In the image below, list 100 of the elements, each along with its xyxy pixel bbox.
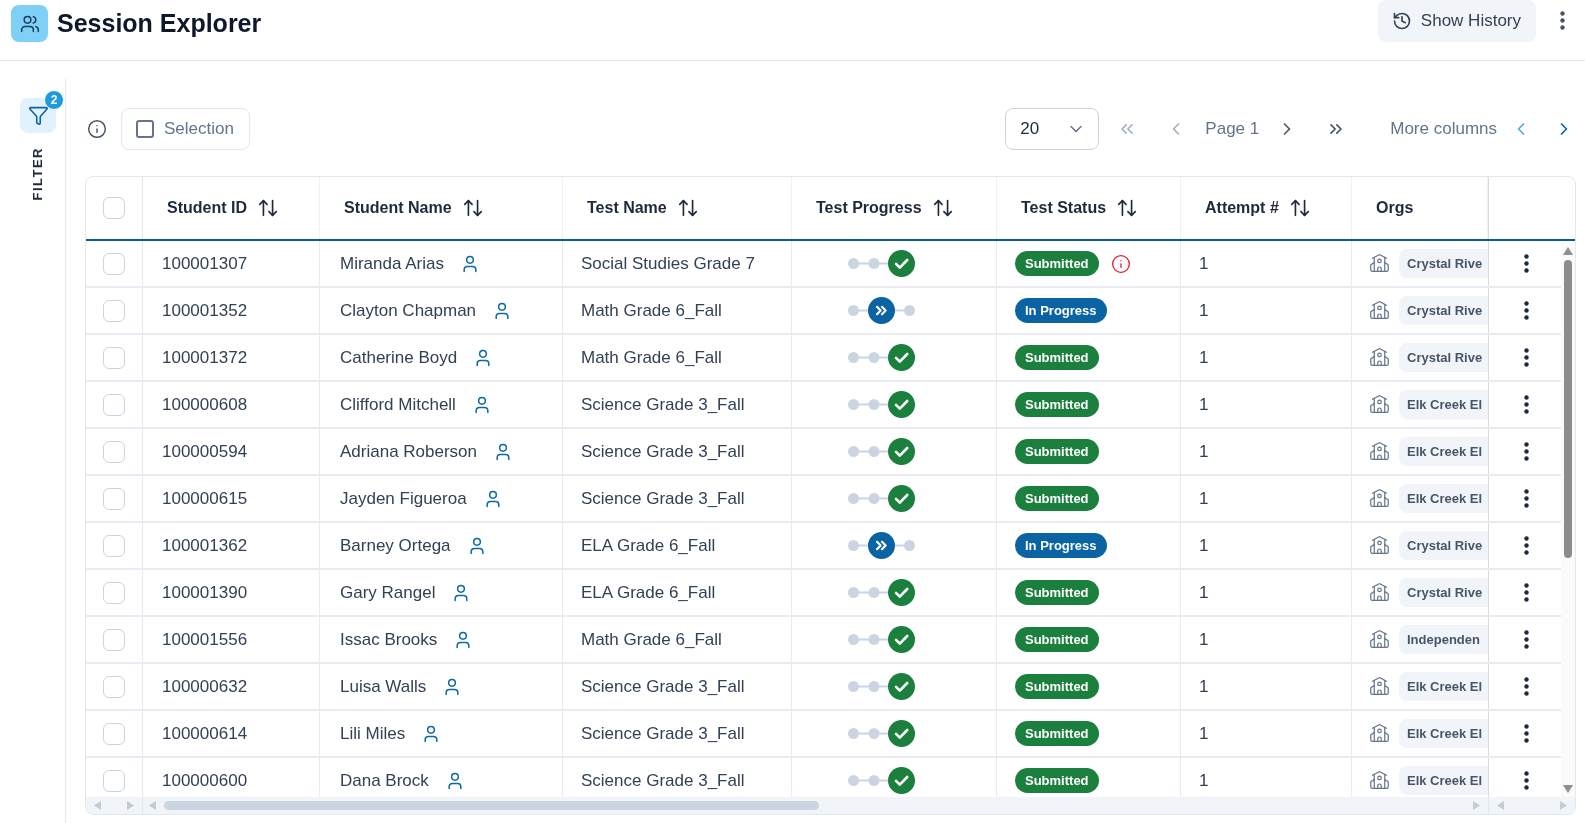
- status-badge: Submitted: [1015, 580, 1099, 605]
- building-icon: [1369, 394, 1390, 415]
- test-name: Science Grade 3_Fall: [581, 440, 745, 463]
- student-name: Barney Ortega: [340, 534, 451, 557]
- row-checkbox[interactable]: [103, 393, 125, 416]
- sort-icon[interactable]: [257, 197, 279, 219]
- test-name: Social Studies Grade 7: [581, 252, 755, 275]
- status-badge: Submitted: [1015, 674, 1099, 699]
- scrollbar-thumb[interactable]: [1564, 260, 1572, 558]
- attempt-number: 1: [1199, 534, 1209, 557]
- row-checkbox[interactable]: [103, 487, 125, 510]
- org-tag: Crystal Rive: [1399, 343, 1488, 372]
- kebab-icon: [1523, 442, 1529, 461]
- sort-icon[interactable]: [461, 197, 484, 219]
- status-badge: In Progress: [1015, 298, 1107, 323]
- selection-button[interactable]: Selection: [121, 108, 250, 150]
- kebab-icon: [1523, 536, 1529, 555]
- building-icon: [1369, 770, 1390, 791]
- users-icon: [11, 5, 48, 42]
- attempt-number: 1: [1199, 675, 1209, 698]
- row-checkbox[interactable]: [103, 675, 125, 698]
- kebab-icon: [1523, 348, 1529, 367]
- student-id: 100001307: [162, 252, 248, 275]
- student-name: Lili Miles: [340, 722, 406, 745]
- building-icon: [1369, 535, 1390, 556]
- student-id: 100000594: [162, 440, 248, 463]
- student-id: 100000614: [162, 722, 248, 745]
- row-checkbox[interactable]: [103, 440, 125, 463]
- building-icon: [1369, 441, 1390, 462]
- building-icon: [1369, 253, 1390, 274]
- test-name: ELA Grade 6_Fall: [581, 534, 716, 557]
- status-badge: Submitted: [1015, 721, 1099, 746]
- test-name: Science Grade 3_Fall: [581, 722, 745, 745]
- attempt-number: 1: [1199, 299, 1209, 322]
- history-icon: [1391, 10, 1412, 31]
- status-badge: Submitted: [1015, 439, 1099, 464]
- test-name: Science Grade 3_Fall: [581, 393, 745, 416]
- scroll-down-icon[interactable]: [1563, 785, 1573, 793]
- student-name: Adriana Roberson: [340, 440, 478, 463]
- test-name: Math Grade 6_Fall: [581, 346, 722, 369]
- student-id: 100001372: [162, 346, 248, 369]
- student-name: Catherine Boyd: [340, 346, 458, 369]
- student-id: 100001556: [162, 628, 248, 651]
- info-icon[interactable]: [87, 119, 107, 139]
- org-tag: Crystal Rive: [1399, 249, 1488, 278]
- row-checkbox[interactable]: [103, 628, 125, 651]
- attempt-number: 1: [1199, 346, 1209, 369]
- status-badge: Submitted: [1015, 392, 1099, 417]
- row-checkbox[interactable]: [103, 346, 125, 369]
- alert-icon[interactable]: [1110, 253, 1131, 274]
- row-checkbox[interactable]: [103, 581, 125, 604]
- student-name: Luisa Walls: [340, 675, 427, 698]
- page-title: Session Explorer: [57, 7, 262, 39]
- test-name: ELA Grade 6_Fall: [581, 581, 716, 604]
- building-icon: [1369, 629, 1390, 650]
- sort-icon[interactable]: [1116, 197, 1139, 219]
- kebab-icon: [1523, 583, 1529, 602]
- status-badge: Submitted: [1015, 627, 1099, 652]
- select-all-checkbox[interactable]: [103, 197, 125, 219]
- building-icon: [1369, 582, 1390, 603]
- test-name: Science Grade 3_Fall: [581, 769, 745, 792]
- org-tag: Elk Creek El: [1399, 719, 1488, 748]
- more-options-button[interactable]: [1560, 11, 1565, 30]
- page-label: Page 1: [1205, 118, 1260, 141]
- row-checkbox[interactable]: [103, 769, 125, 792]
- student-name: Clayton Chapman: [340, 299, 477, 322]
- building-icon: [1369, 300, 1390, 321]
- status-badge: Submitted: [1015, 486, 1099, 511]
- page-size-select[interactable]: 20: [1005, 108, 1100, 150]
- attempt-number: 1: [1199, 769, 1209, 792]
- scroll-up-icon[interactable]: [1563, 247, 1573, 255]
- org-tag: Elk Creek El: [1399, 390, 1488, 419]
- student-name: Clifford Mitchell: [340, 393, 456, 416]
- vertical-scrollbar[interactable]: [1561, 241, 1575, 797]
- row-checkbox[interactable]: [103, 534, 125, 557]
- org-tag: Elk Creek El: [1399, 484, 1488, 513]
- sort-icon[interactable]: [676, 197, 699, 219]
- filter-icon: [27, 105, 49, 126]
- row-checkbox[interactable]: [103, 722, 125, 745]
- filter-count-badge: 2: [44, 90, 64, 110]
- building-icon: [1369, 488, 1390, 509]
- scrollbar-thumb[interactable]: [164, 801, 819, 810]
- sort-icon[interactable]: [1288, 197, 1311, 219]
- row-checkbox[interactable]: [103, 252, 125, 275]
- status-badge: Submitted: [1015, 251, 1099, 276]
- status-badge: Submitted: [1015, 345, 1099, 370]
- org-tag: Crystal Rive: [1399, 531, 1488, 560]
- kebab-icon: [1523, 395, 1529, 414]
- status-badge: Submitted: [1015, 768, 1099, 793]
- student-name: Dana Brock: [340, 769, 429, 792]
- status-badge: In Progress: [1015, 533, 1107, 558]
- row-checkbox[interactable]: [103, 299, 125, 322]
- test-name: Math Grade 6_Fall: [581, 299, 722, 322]
- sort-icon[interactable]: [931, 197, 954, 219]
- attempt-number: 1: [1199, 628, 1209, 651]
- attempt-number: 1: [1199, 487, 1209, 510]
- show-history-button[interactable]: Show History: [1377, 0, 1536, 42]
- kebab-icon: [1523, 630, 1529, 649]
- org-tag: Elk Creek El: [1399, 437, 1488, 466]
- building-icon: [1369, 723, 1390, 744]
